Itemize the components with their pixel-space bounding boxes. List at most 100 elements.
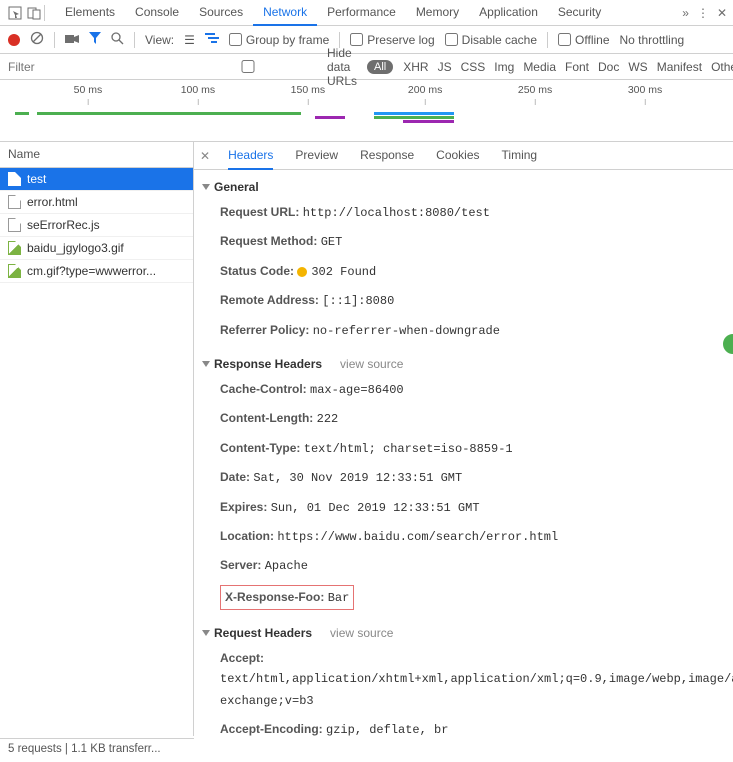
tick: 50 ms [74,84,103,96]
header-row: Accept-Encoding: gzip, deflate, br [202,715,733,736]
more-tabs-icon[interactable]: » [682,6,689,20]
section-title: Response Headers [214,357,322,371]
section-header-request[interactable]: Request Headers view source [202,622,733,644]
section-header-response[interactable]: Response Headers view source [202,353,733,375]
tick: 250 ms [518,84,552,96]
header-row: Content-Type: text/html; charset=iso-885… [202,434,733,463]
tab-network[interactable]: Network [253,0,317,26]
filter-type-xhr[interactable]: XHR [403,60,428,74]
request-name: seErrorRec.js [27,218,100,232]
kebab-icon[interactable]: ⋮ [697,6,709,20]
record-icon[interactable] [8,34,20,46]
header-row: Request URL: http://localhost:8080/test [202,198,733,227]
filter-type-other[interactable]: Other [711,60,733,74]
section-title: Request Headers [214,626,312,640]
header-row: Expires: Sun, 01 Dec 2019 12:33:51 GMT [202,493,733,522]
request-row[interactable]: baidu_jgylogo3.gif [0,237,193,260]
timeline[interactable]: 50 ms 100 ms 150 ms 200 ms 250 ms 300 ms [0,80,733,142]
detail-tab-headers[interactable]: Headers [228,142,273,170]
camera-icon[interactable] [65,33,79,47]
document-file-icon [8,218,21,232]
filter-all[interactable]: All [367,60,393,74]
timeline-bar [374,112,455,115]
header-row: Remote Address: [::1]:8080 [202,286,733,315]
request-row[interactable]: cm.gif?type=wwwerror... [0,260,193,283]
tick: 300 ms [628,84,662,96]
disable-cache-checkbox[interactable]: Disable cache [445,33,537,47]
timeline-bar [403,120,454,123]
view-label: View: [145,33,174,47]
tab-sources[interactable]: Sources [189,0,253,26]
timeline-bar [374,116,455,119]
main-tabs: ElementsConsoleSourcesNetworkPerformance… [55,0,680,26]
chevron-down-icon [202,184,210,190]
chevron-down-icon [202,630,210,636]
request-row[interactable]: error.html [0,191,193,214]
header-row: Request Method: GET [202,227,733,256]
throttling-select[interactable]: No throttling [620,33,685,47]
request-name: cm.gif?type=wwwerror... [27,264,156,278]
search-icon[interactable] [111,32,124,48]
timeline-bar [315,116,344,119]
filter-type-img[interactable]: Img [494,60,514,74]
document-file-icon [8,172,21,186]
request-row[interactable]: test [0,168,193,191]
header-row: Status Code: 302 Found [202,257,733,286]
close-details-icon[interactable]: ✕ [200,149,210,163]
chevron-down-icon [202,361,210,367]
tab-performance[interactable]: Performance [317,0,406,26]
section-header-general[interactable]: General [202,176,733,198]
tab-console[interactable]: Console [125,0,189,26]
filter-input[interactable] [8,60,163,74]
filter-type-css[interactable]: CSS [461,60,486,74]
image-file-icon [8,264,21,278]
header-row: Referrer Policy: no-referrer-when-downgr… [202,316,733,345]
header-row: Location: https://www.baidu.com/search/e… [202,522,733,551]
detail-tab-timing[interactable]: Timing [502,142,538,170]
tick: 150 ms [291,84,325,96]
view-source-link[interactable]: view source [340,357,403,371]
filter-type-ws[interactable]: WS [628,60,647,74]
offline-checkbox[interactable]: Offline [558,33,609,47]
filter-type-js[interactable]: JS [438,60,452,74]
header-row: Content-Length: 222 [202,404,733,433]
clear-icon[interactable] [30,31,44,48]
tab-memory[interactable]: Memory [406,0,469,26]
detail-tab-cookies[interactable]: Cookies [436,142,479,170]
detail-tab-preview[interactable]: Preview [295,142,338,170]
request-name: baidu_jgylogo3.gif [27,241,124,255]
header-row: Server: Apache [202,551,733,580]
timeline-bar [37,112,301,115]
device-icon[interactable] [25,4,42,21]
image-file-icon [8,241,21,255]
view-source-link[interactable]: view source [330,626,393,640]
header-row: Cache-Control: max-age=86400 [202,375,733,404]
filter-type-media[interactable]: Media [523,60,556,74]
tick: 100 ms [181,84,215,96]
inspect-icon[interactable] [6,4,23,21]
request-row[interactable]: seErrorRec.js [0,214,193,237]
filter-type-font[interactable]: Font [565,60,589,74]
header-row: X-Response-Foo: Bar [202,581,733,614]
preserve-log-checkbox[interactable]: Preserve log [350,33,434,47]
tab-elements[interactable]: Elements [55,0,125,26]
header-row: Date: Sat, 30 Nov 2019 12:33:51 GMT [202,463,733,492]
view-list-icon[interactable]: ☰ [184,33,195,47]
tick: 200 ms [408,84,442,96]
filter-type-doc[interactable]: Doc [598,60,619,74]
detail-tab-response[interactable]: Response [360,142,414,170]
request-name: test [27,172,46,186]
request-count: 5 requests [8,743,62,755]
tab-security[interactable]: Security [548,0,611,26]
tab-application[interactable]: Application [469,0,548,26]
name-column-header[interactable]: Name [0,142,193,168]
transfer-size: 1.1 KB transferr... [71,743,160,755]
document-file-icon [8,195,21,209]
section-title: General [214,180,259,194]
request-name: error.html [27,195,78,209]
timeline-bar [15,112,30,115]
filter-icon[interactable] [89,32,101,47]
filter-type-manifest[interactable]: Manifest [657,60,702,74]
group-by-frame-checkbox[interactable]: Group by frame [229,33,329,47]
close-icon[interactable]: ✕ [717,6,727,20]
